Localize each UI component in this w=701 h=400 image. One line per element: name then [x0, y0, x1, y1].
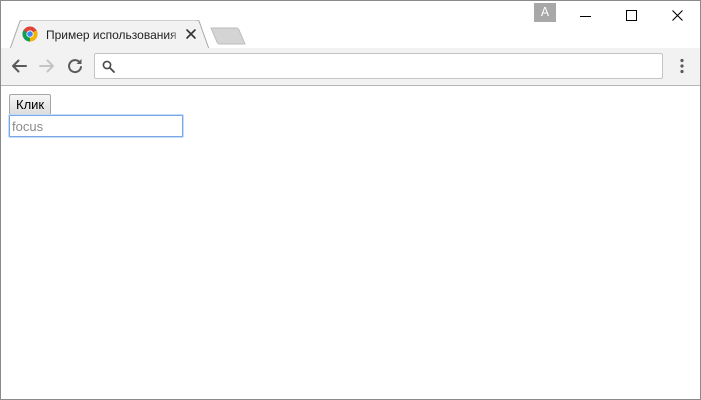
tab-title: Пример использования — [46, 28, 177, 42]
title-bar: Пример использования A — [1, 1, 700, 49]
maximize-button[interactable] — [609, 1, 655, 31]
minimize-icon — [580, 16, 591, 17]
close-icon[interactable] — [185, 28, 197, 40]
new-tab-button[interactable] — [210, 27, 246, 45]
tab-active[interactable]: Пример использования — [10, 20, 209, 49]
address-bar[interactable] — [94, 53, 663, 79]
page-content: Клик — [1, 86, 700, 399]
more-vertical-icon[interactable] — [673, 57, 691, 75]
focus-input[interactable] — [9, 115, 183, 137]
close-window-button[interactable] — [655, 1, 700, 31]
click-button[interactable]: Клик — [9, 94, 52, 115]
browser-toolbar — [1, 48, 700, 86]
arrow-forward-icon[interactable] — [37, 56, 57, 76]
close-window-icon — [672, 10, 683, 21]
minimize-button[interactable] — [563, 1, 609, 31]
address-input[interactable] — [121, 56, 651, 76]
search-icon — [102, 60, 115, 73]
arrow-back-icon[interactable] — [9, 56, 29, 76]
tab-title-fade — [170, 27, 182, 43]
maximize-icon — [626, 10, 637, 21]
reload-icon[interactable] — [65, 56, 85, 76]
browser-window: Пример использования A Клик focus — [0, 0, 701, 400]
chrome-favicon-icon — [22, 26, 38, 42]
profile-badge[interactable]: A — [534, 3, 556, 22]
